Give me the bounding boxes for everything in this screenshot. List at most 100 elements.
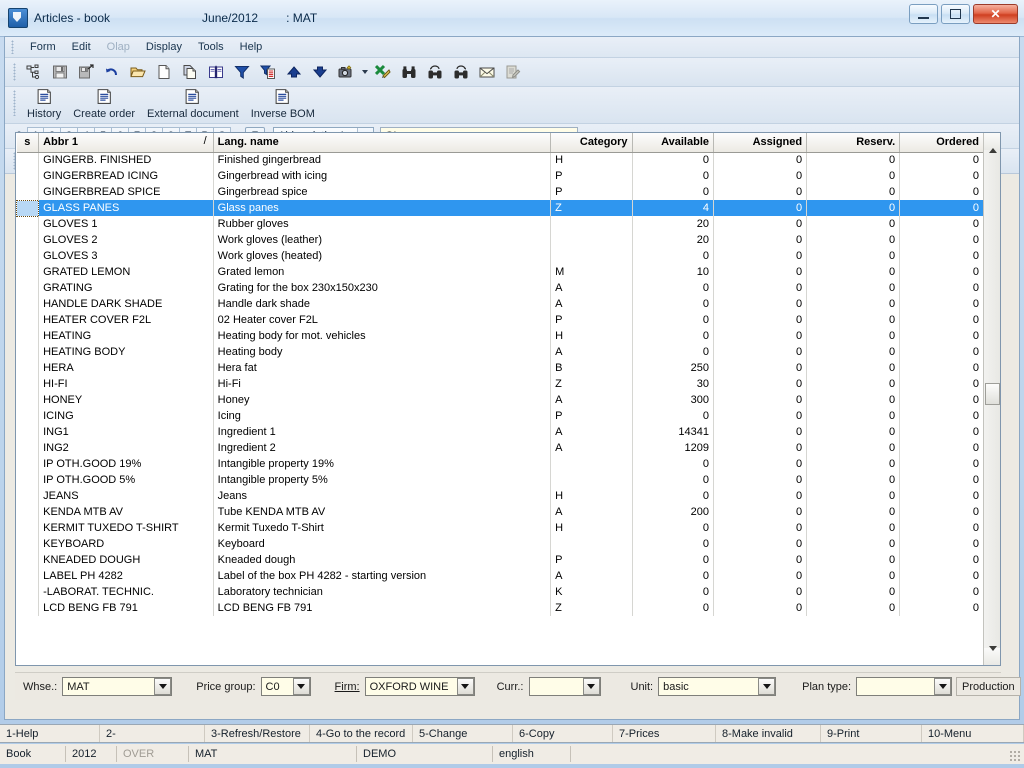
scroll-down-button[interactable]: [984, 648, 1000, 665]
column-header-select[interactable]: s: [16, 133, 40, 153]
cell-available[interactable]: 0: [632, 600, 715, 616]
cell-name[interactable]: Finished gingerbread: [213, 152, 552, 168]
cell-reserv[interactable]: 0: [806, 152, 901, 168]
cell-ordered[interactable]: 0: [899, 152, 984, 168]
warehouse-combo[interactable]: MAT: [62, 677, 173, 696]
row-selector-cell[interactable]: [16, 520, 40, 536]
cell-assigned[interactable]: 0: [713, 424, 808, 440]
table-row[interactable]: HEATER COVER F2L 02 Heater cover F2L P 0 0 0 0: [16, 312, 984, 328]
cell-ordered[interactable]: 0: [899, 264, 984, 280]
table-row[interactable]: LABEL PH 4282 Label of the box PH 4282 - …: [16, 568, 984, 584]
cell-abbr[interactable]: HEATER COVER F2L: [38, 312, 214, 328]
menu-item-tools[interactable]: Tools: [190, 39, 232, 55]
row-selector-cell[interactable]: [16, 536, 40, 552]
row-selector-cell[interactable]: [16, 424, 40, 440]
cell-ordered[interactable]: 0: [899, 200, 984, 216]
cell-name[interactable]: Work gloves (heated): [213, 248, 552, 264]
cell-abbr[interactable]: GLOVES 1: [38, 216, 214, 232]
action-toolbar-grip-handle[interactable]: [13, 90, 16, 116]
table-row[interactable]: ING1 Ingredient 1 A 14341 0 0 0: [16, 424, 984, 440]
row-selector-cell[interactable]: [16, 168, 40, 184]
cell-abbr[interactable]: GINGERBREAD ICING: [38, 168, 214, 184]
minimize-button[interactable]: [909, 4, 938, 24]
chevron-down-icon[interactable]: [154, 678, 172, 695]
row-selector-cell[interactable]: [16, 199, 40, 217]
cell-available[interactable]: 10: [632, 264, 715, 280]
cell-abbr[interactable]: HEATING: [38, 328, 214, 344]
cell-assigned[interactable]: 0: [713, 296, 808, 312]
cell-available[interactable]: 14341: [632, 424, 715, 440]
cell-name[interactable]: Handle dark shade: [213, 296, 552, 312]
cell-available[interactable]: 0: [632, 584, 715, 600]
cell-ordered[interactable]: 0: [899, 392, 984, 408]
row-selector-cell[interactable]: [16, 408, 40, 424]
cell-name[interactable]: Kermit Tuxedo T-Shirt: [213, 520, 552, 536]
cell-reserv[interactable]: 0: [806, 328, 901, 344]
cell-name[interactable]: Heating body for mot. vehicles: [213, 328, 552, 344]
cell-ordered[interactable]: 0: [899, 344, 984, 360]
book-icon[interactable]: [204, 60, 228, 84]
menu-item-display[interactable]: Display: [138, 39, 190, 55]
cell-ordered[interactable]: 0: [899, 600, 984, 616]
fkey-5-change[interactable]: 5-Change: [413, 725, 513, 742]
menu-grip-handle[interactable]: [11, 40, 14, 54]
cell-name[interactable]: Rubber gloves: [213, 216, 552, 232]
cell-available[interactable]: 20: [632, 232, 715, 248]
table-row[interactable]: HEATING Heating body for mot. vehicles H 0 0…: [16, 328, 984, 344]
table-row[interactable]: HONEY Honey A 300 0 0 0: [16, 392, 984, 408]
fkey-1-help[interactable]: 1-Help: [0, 725, 100, 742]
row-selector-cell[interactable]: [16, 472, 40, 488]
chevron-down-icon[interactable]: [934, 678, 952, 695]
cell-abbr[interactable]: LCD BENG FB 791: [38, 600, 214, 616]
cell-reserv[interactable]: 0: [806, 312, 901, 328]
cell-name[interactable]: Ingredient 2: [213, 440, 552, 456]
cell-reserv[interactable]: 0: [806, 472, 901, 488]
cell-assigned[interactable]: 0: [713, 360, 808, 376]
table-row[interactable]: HEATING BODY Heating body A 0 0 0 0: [16, 344, 984, 360]
cell-available[interactable]: 0: [632, 408, 715, 424]
cell-ordered[interactable]: 0: [899, 376, 984, 392]
cell-reserv[interactable]: 0: [806, 440, 901, 456]
cell-category[interactable]: P: [550, 408, 633, 424]
currency-combo[interactable]: [528, 677, 601, 696]
fkey-3-refresh[interactable]: 3-Refresh/Restore: [205, 725, 310, 742]
cell-abbr[interactable]: GLOVES 3: [38, 248, 214, 264]
save-as-icon[interactable]: [74, 60, 98, 84]
cell-ordered[interactable]: 0: [899, 520, 984, 536]
cell-name[interactable]: LCD BENG FB 791: [213, 600, 552, 616]
table-row[interactable]: KNEADED DOUGH Kneaded dough P 0 0 0 0: [16, 552, 984, 568]
arrow-down-icon[interactable]: [308, 60, 332, 84]
cell-reserv[interactable]: 0: [806, 584, 901, 600]
row-selector-cell[interactable]: [16, 248, 40, 264]
fkey-6-copy[interactable]: 6-Copy: [513, 725, 613, 742]
column-header-ordered[interactable]: Ordered: [899, 133, 984, 153]
cell-assigned[interactable]: 0: [713, 520, 808, 536]
cell-name[interactable]: Label of the box PH 4282 - starting vers…: [213, 568, 552, 584]
row-selector-cell[interactable]: [16, 232, 40, 248]
column-header-abbr[interactable]: Abbr 1 /: [38, 133, 214, 153]
cell-abbr[interactable]: GINGERBREAD SPICE: [38, 184, 214, 200]
mail-icon[interactable]: [475, 60, 499, 84]
cell-reserv[interactable]: 0: [806, 344, 901, 360]
cell-reserv[interactable]: 0: [806, 232, 901, 248]
cell-assigned[interactable]: 0: [713, 472, 808, 488]
edit-note-icon[interactable]: [501, 60, 525, 84]
scroll-up-button[interactable]: [984, 133, 1000, 150]
cell-category[interactable]: P: [550, 184, 633, 200]
cell-abbr[interactable]: HEATING BODY: [38, 344, 214, 360]
cell-reserv[interactable]: 0: [806, 248, 901, 264]
cell-assigned[interactable]: 0: [713, 440, 808, 456]
cell-abbr[interactable]: GINGERB. FINISHED: [38, 152, 214, 168]
column-header-reserv[interactable]: Reserv.: [806, 133, 901, 153]
cell-assigned[interactable]: 0: [713, 168, 808, 184]
cell-assigned[interactable]: 0: [713, 152, 808, 168]
table-row[interactable]: KEYBOARD Keyboard 0 0 0 0: [16, 536, 984, 552]
cell-ordered[interactable]: 0: [899, 472, 984, 488]
table-row[interactable]: HERA Hera fat B 250 0 0 0: [16, 360, 984, 376]
cell-ordered[interactable]: 0: [899, 584, 984, 600]
cell-abbr[interactable]: IP OTH.GOOD 5%: [38, 472, 214, 488]
cell-name[interactable]: 02 Heater cover F2L: [213, 312, 552, 328]
cell-category[interactable]: A: [550, 392, 633, 408]
cell-name[interactable]: Jeans: [213, 488, 552, 504]
cell-category[interactable]: H: [550, 520, 633, 536]
